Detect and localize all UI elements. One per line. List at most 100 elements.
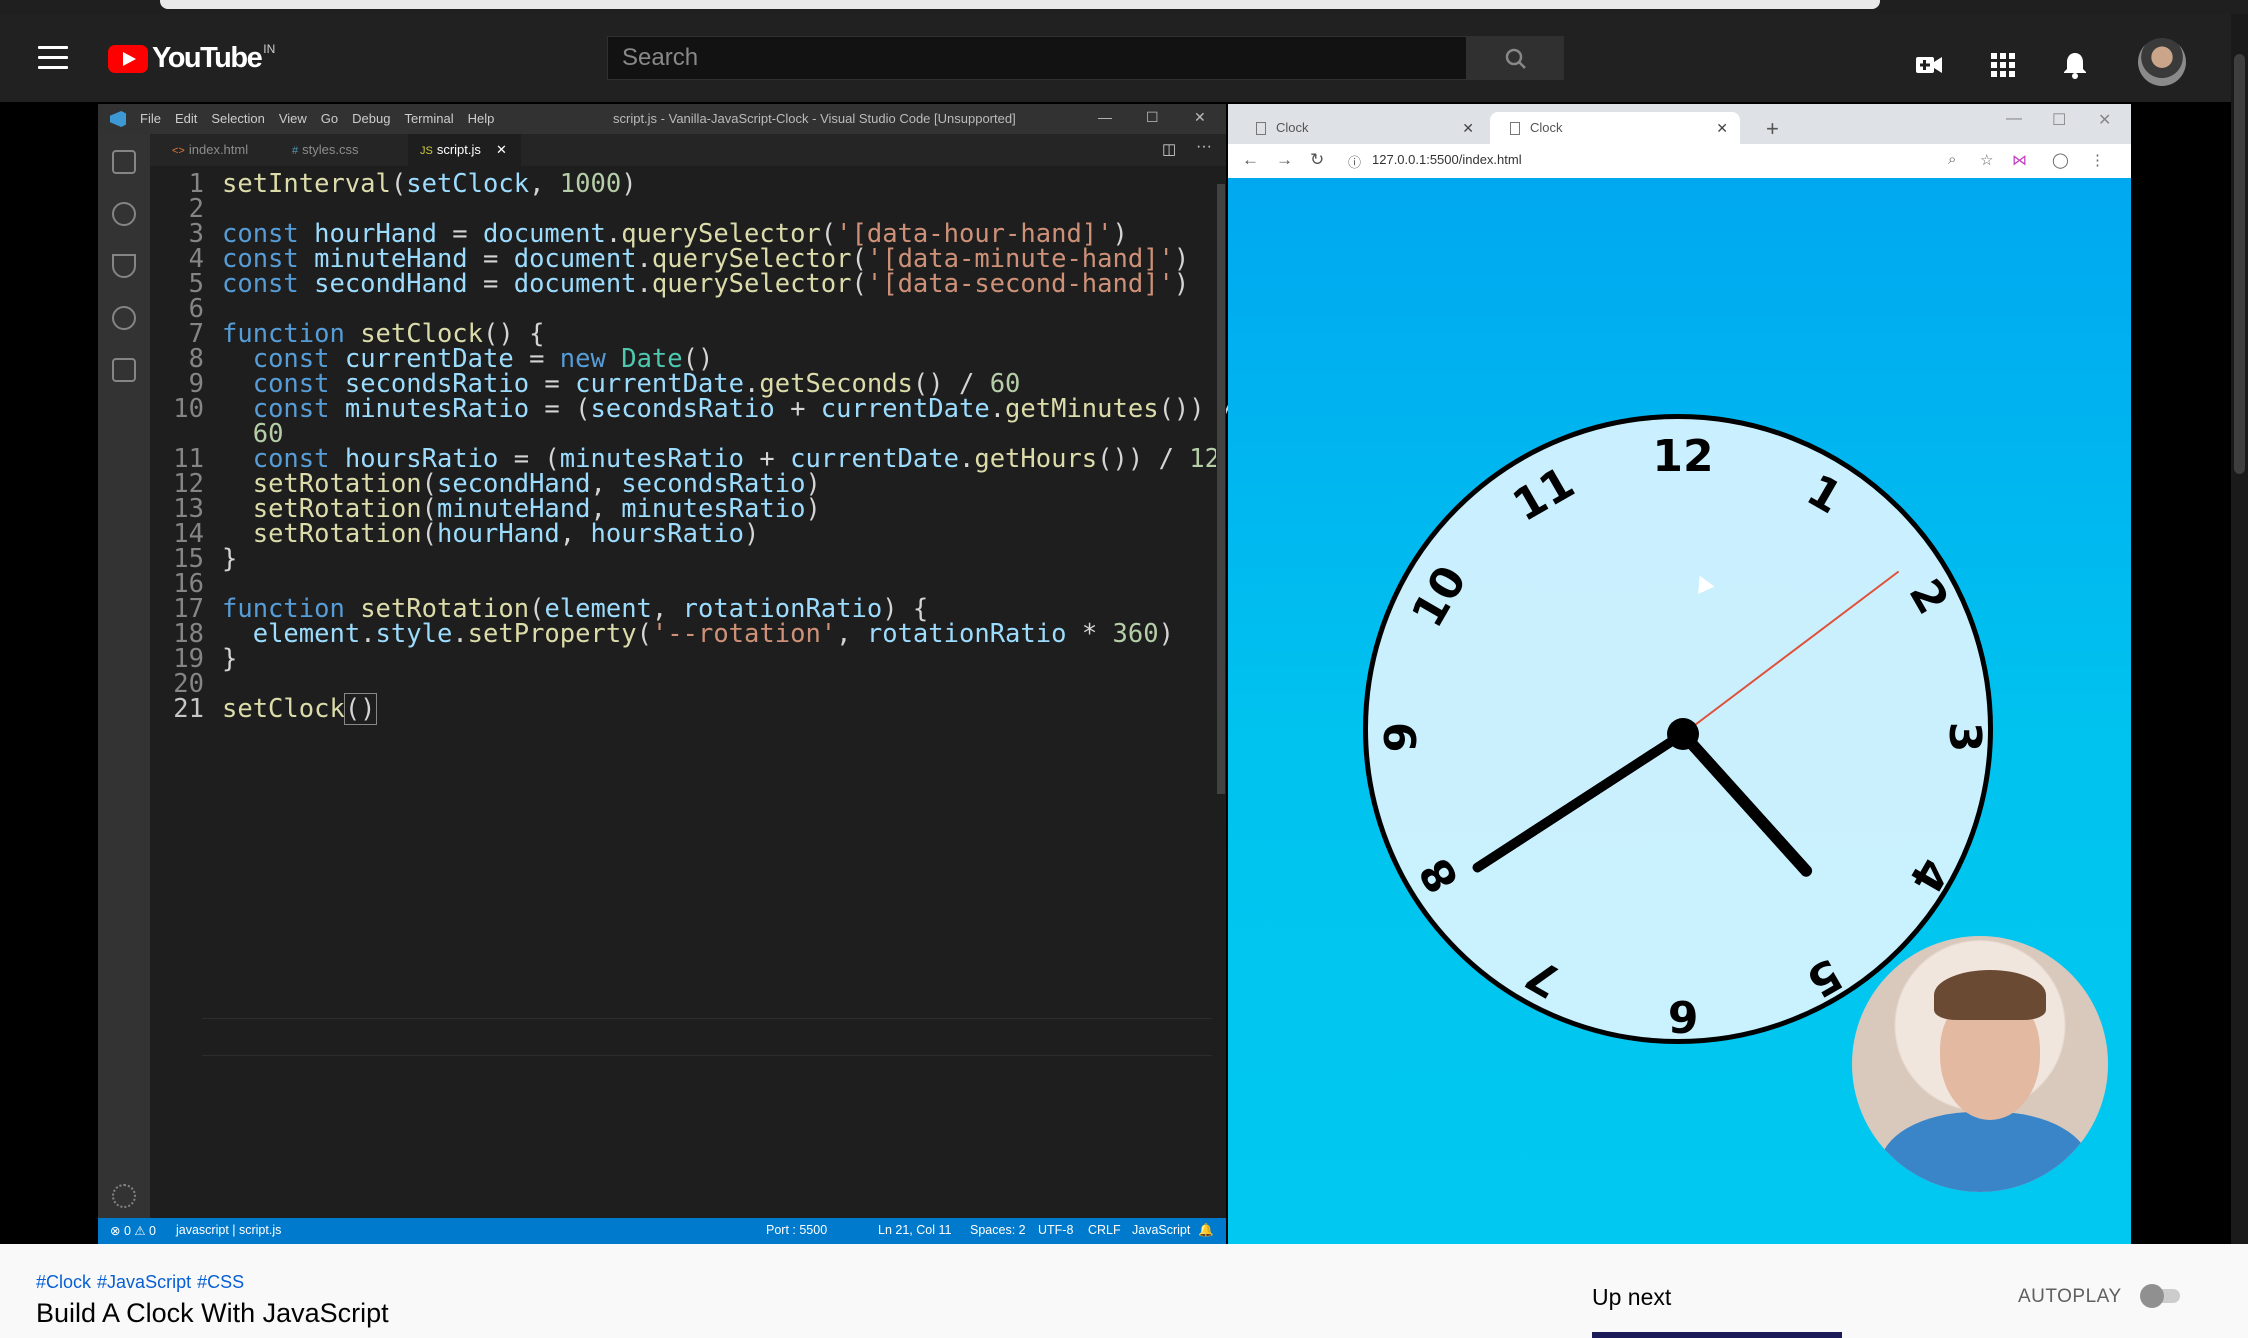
forward-icon[interactable]: → [1276,150,1293,170]
hashtags: #Clock #JavaScript #CSS [36,1272,250,1293]
reload-icon[interactable]: ↻ [1310,150,1324,170]
code-line: setRotation(hourHand, hoursRatio) [252,519,760,549]
clock-number: 2 [1898,570,1959,623]
presenter-webcam [1852,936,2108,1192]
search-input[interactable] [608,37,1466,79]
menu-edit[interactable]: Edit [175,111,197,126]
apps-grid-icon[interactable] [1988,50,2018,80]
tab-close-icon[interactable]: ✕ [1716,112,1728,144]
page-icon [1256,122,1266,135]
maximize-icon[interactable]: ☐ [2052,110,2066,130]
close-icon[interactable]: ✕ [2098,110,2111,130]
back-icon[interactable]: ← [1242,150,1259,170]
tab-script-js[interactable]: JS script.js ✕ [408,134,521,166]
page-scrollbar[interactable] [2231,14,2248,1244]
code-line: } [222,544,238,574]
tab-close-icon[interactable]: ✕ [1462,112,1474,144]
analog-clock: 12 1 2 3 4 5 6 7 8 9 10 11 [1363,414,1993,1044]
extensions-icon[interactable] [112,358,136,382]
menu-view[interactable]: View [279,111,307,126]
hashtag-link[interactable]: #CSS [197,1272,244,1292]
vscode-status-bar: ⊗ 0 ⚠ 0 javascript | script.js Port : 55… [98,1218,1226,1244]
clock-number: 9 [1376,721,1427,753]
video-info-section: #Clock #JavaScript #CSS Build A Clock With… [0,1244,2231,1338]
indent-spaces[interactable]: Spaces: 2 [970,1223,1026,1237]
code-line: const secondHand = document.querySelecto… [222,269,1190,299]
page-viewport: 12 1 2 3 4 5 6 7 8 9 10 11 [1228,178,2131,1244]
code-editor[interactable]: 1 setInterval(setClock, 1000) 2 3 const ho… [150,166,1235,1218]
tab-close-icon[interactable]: ✕ [496,134,507,166]
problems-status[interactable]: ⊗ 0 ⚠ 0 [110,1223,156,1238]
settings-gear-icon[interactable] [112,1184,136,1208]
page-icon [1510,122,1520,135]
tab-index-html[interactable]: <> index.html [160,134,260,166]
file-encoding[interactable]: UTF-8 [1038,1223,1073,1237]
hashtag-link[interactable]: #Clock [36,1272,91,1292]
menu-selection[interactable]: Selection [211,111,264,126]
autoplay-toggle[interactable] [2140,1284,2182,1308]
browser-menu-icon[interactable]: ⋮ [2090,151,2105,169]
clock-number: 12 [1652,431,1714,482]
menu-icon[interactable] [38,46,68,70]
editor-scrollbar-thumb[interactable] [1217,184,1225,794]
live-server-port[interactable]: Port : 5500 [766,1223,827,1237]
editor-scrollbar[interactable] [1216,166,1226,1218]
menu-go[interactable]: Go [321,111,338,126]
bell-icon[interactable]: 🔔 [1198,1223,1214,1238]
new-tab-icon[interactable]: + [1766,116,1779,142]
vscode-window-title: script.js - Vanilla-JavaScript-Clock - V… [613,111,1016,126]
minimize-icon[interactable]: — [1098,109,1112,125]
profile-icon[interactable]: ◯ [2052,151,2069,169]
browser-window: Clock ✕ Clock ✕ + — ☐ ✕ ← → ↻ ⓘ 127.0.0.1:… [1228,104,2131,1244]
maximize-icon[interactable]: ☐ [1146,109,1159,126]
clock-center-pivot [1667,718,1699,750]
browser-tab-active[interactable]: Clock ✕ [1490,112,1740,144]
hashtag-link[interactable]: #JavaScript [97,1272,191,1292]
video-player[interactable]: File Edit Selection View Go Debug Termin… [0,102,2231,1244]
vscode-titlebar: File Edit Selection View Go Debug Termin… [98,104,1226,134]
more-actions-icon[interactable]: ··· [1196,138,1212,156]
browser-top-strip [0,0,2248,14]
code-line: element.style.setProperty('--rotation', … [252,619,1174,649]
address-bar[interactable]: 127.0.0.1:5500/index.html [1372,152,1522,167]
code-line: } [222,644,238,674]
youtube-logo[interactable]: YouTube IN [108,42,275,75]
cursor-position[interactable]: Ln 21, Col 11 [878,1223,951,1237]
minimize-icon[interactable]: — [2006,110,2022,128]
browser-tab-strip: Clock ✕ Clock ✕ + — ☐ ✕ [1228,104,2131,144]
line-ending[interactable]: CRLF [1088,1223,1121,1237]
clock-number: 5 [1798,947,1851,1008]
up-next-thumbnail[interactable] [1592,1332,1842,1338]
explorer-icon[interactable] [112,150,136,174]
activity-bar [98,134,150,1218]
menu-debug[interactable]: Debug [352,111,390,126]
hour-hand [1678,729,1815,880]
clock-number: 10 [1402,557,1477,637]
create-video-icon[interactable] [1914,50,1944,80]
debug-icon[interactable] [112,306,136,330]
extension-icon[interactable]: ⋈ [2012,151,2027,169]
search-icon [1505,48,1526,69]
code-line: const minutesRatio = (secondsRatio + cur… [252,394,1236,424]
close-icon[interactable]: ✕ [1194,109,1206,126]
user-avatar[interactable] [2138,38,2186,86]
zoom-icon[interactable]: ⌕ [1948,151,1956,168]
search-button[interactable] [1467,36,1564,80]
page-scrollbar-thumb[interactable] [2234,54,2245,474]
menu-terminal[interactable]: Terminal [404,111,453,126]
language-mode[interactable]: JavaScript [1132,1223,1190,1237]
notifications-bell-icon[interactable] [2060,50,2090,80]
source-control-icon[interactable] [112,254,136,278]
search-icon[interactable] [112,202,136,226]
menu-file[interactable]: File [140,111,161,126]
branch-status[interactable]: javascript | script.js [176,1223,281,1237]
tab-styles-css[interactable]: # styles.css [280,134,370,166]
vscode-window: File Edit Selection View Go Debug Termin… [98,104,1235,1244]
bookmark-star-icon[interactable]: ☆ [1980,151,1993,169]
line-number: 21 [173,694,204,724]
split-editor-icon[interactable]: ◫ [1162,140,1176,158]
menu-help[interactable]: Help [468,111,495,126]
info-icon[interactable]: ⓘ [1348,152,1361,171]
address-bar-edge [160,0,1880,9]
browser-tab[interactable]: Clock ✕ [1236,112,1486,144]
